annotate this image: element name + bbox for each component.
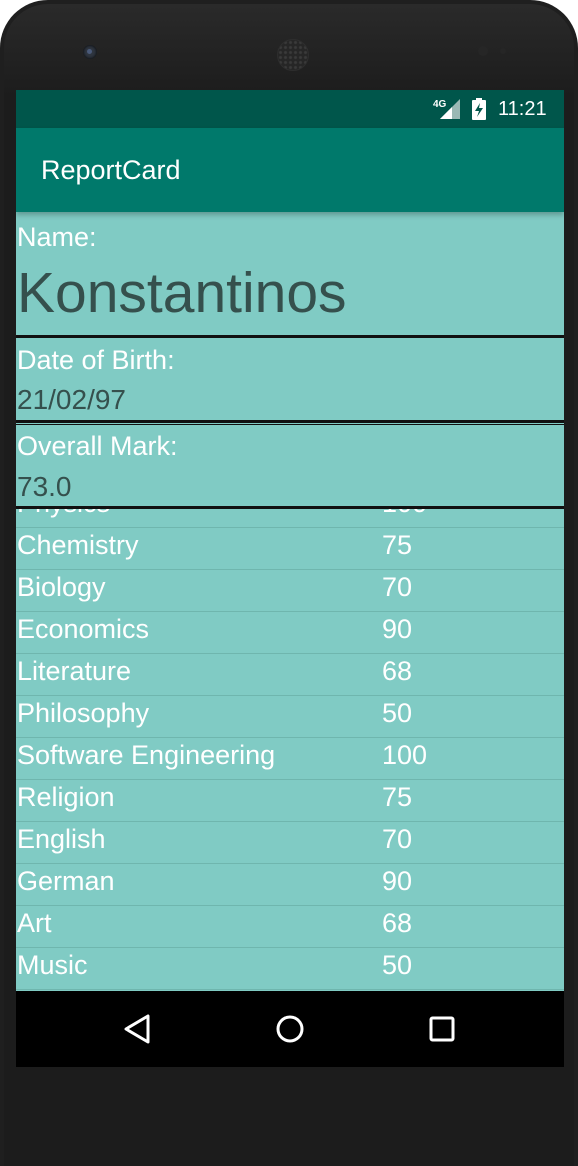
dob-label: Date of Birth: [17,345,175,375]
subject-name: Philosophy [17,698,150,728]
subjects-list[interactable]: Physics 100 Chemistry 75 Biology 70 Econ… [16,509,564,991]
list-item: German 90 [16,864,564,906]
subject-mark: 75 [382,782,413,812]
subject-mark: 70 [382,572,413,602]
signal-icon [440,99,460,119]
back-icon[interactable] [120,1011,156,1047]
subject-name: Music [17,950,88,980]
app-bar: ReportCard [16,128,564,212]
subject-mark: 68 [382,656,413,686]
dob-value: 21/02/97 [17,384,126,415]
overall-mark-section: Overall Mark: 73.0 [16,424,564,509]
list-item: Literature 68 [16,654,564,696]
overall-mark-value: 73.0 [17,471,72,502]
subject-mark: 90 [382,614,413,644]
status-time: 11:21 [498,98,547,120]
front-camera [83,45,97,59]
subject-name: Chemistry [17,530,139,560]
app-title: ReportCard [41,155,181,185]
name-section: Name: Konstantinos [16,212,564,338]
proximity-sensor [478,46,488,56]
list-item: Art 68 [16,906,564,948]
subject-name: English [17,824,106,854]
list-item: Music 50 [16,948,564,990]
list-item: Religion 75 [16,780,564,822]
list-item: Software Engineering 100 [16,738,564,780]
subject-mark: 50 [382,698,413,728]
subject-name: Religion [17,782,115,812]
subject-name: Biology [17,572,106,602]
list-item: Philosophy 50 [16,696,564,738]
subject-name: German [17,866,115,896]
subject-mark: 68 [382,908,413,938]
subject-mark: 75 [382,530,413,560]
list-item: Economics 90 [16,612,564,654]
subject-name: Literature [17,656,132,686]
subject-name: Software Engineering [17,740,276,770]
list-item: Biology 70 [16,570,564,612]
student-name: Konstantinos [17,261,347,325]
subject-name: Economics [17,614,150,644]
subject-mark: 100 [382,509,427,519]
subject-mark: 50 [382,950,413,980]
name-label: Name: [17,222,97,252]
dob-section: Date of Birth: 21/02/97 [16,338,564,423]
list-item: Chemistry 75 [16,528,564,570]
device-screen: 4G 11:21 ReportCard Name: Konstantinos D… [16,90,564,1067]
overall-mark-label: Overall Mark: [17,431,178,461]
battery-charging-icon [472,98,486,120]
subject-mark: 100 [382,740,428,770]
status-bar: 4G 11:21 [16,90,564,128]
home-icon[interactable] [272,1011,308,1047]
light-sensor [500,48,506,54]
subject-name: Art [17,908,52,938]
subject-mark: 90 [382,866,413,896]
list-item: Physics 100 [16,509,564,528]
list-item: English 70 [16,822,564,864]
subject-mark: 70 [382,824,413,854]
recents-icon[interactable] [424,1011,460,1047]
subject-name: Physics [17,509,110,519]
earpiece-speaker [277,39,309,71]
navigation-bar [16,991,564,1067]
